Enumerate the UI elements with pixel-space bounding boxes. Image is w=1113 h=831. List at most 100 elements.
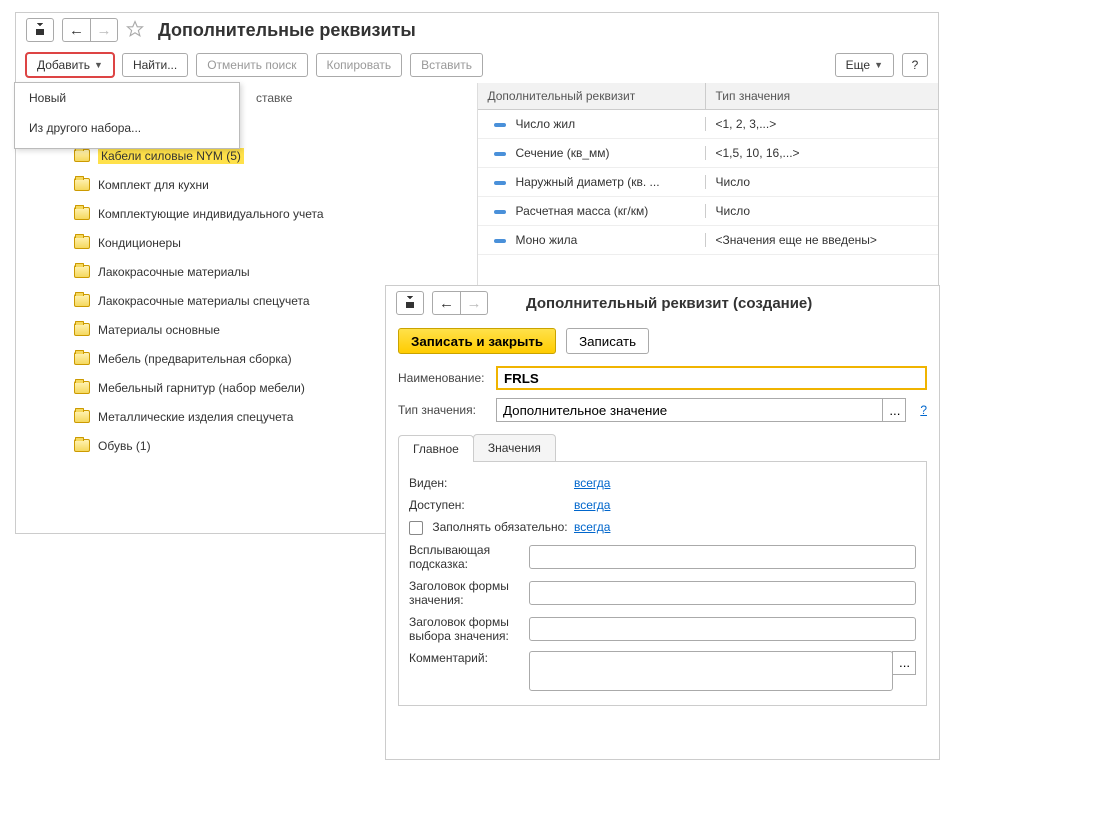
help-button[interactable]: ? bbox=[902, 53, 928, 77]
link-available[interactable]: всегда bbox=[574, 498, 610, 512]
add-menu-new[interactable]: Новый bbox=[15, 83, 239, 113]
row-type: <1, 2, 3,...> bbox=[706, 117, 939, 131]
col-attr: Дополнительный реквизит bbox=[478, 83, 706, 109]
page-title: Дополнительные реквизиты bbox=[158, 20, 416, 41]
popup-nav-group bbox=[432, 291, 488, 315]
row-choice-title: Заголовок формы выбора значения: bbox=[409, 611, 916, 647]
copy-button[interactable]: Копировать bbox=[316, 53, 403, 77]
row-form-title: Заголовок формы значения: bbox=[409, 575, 916, 611]
row-name: Наименование: bbox=[386, 362, 939, 394]
save-button[interactable]: Записать bbox=[566, 328, 649, 354]
row-type: Число bbox=[706, 204, 939, 218]
folder-icon bbox=[74, 323, 90, 336]
row-value-type: Тип значения: ... ? bbox=[386, 394, 939, 426]
tree-item[interactable]: Лакокрасочные материалы bbox=[16, 257, 477, 286]
tree-item[interactable]: Комплект для кухни bbox=[16, 170, 477, 199]
table-row[interactable]: Расчетная масса (кг/км) Число bbox=[478, 197, 939, 226]
folder-icon bbox=[74, 178, 90, 191]
row-name: Расчетная масса (кг/км) bbox=[516, 204, 649, 218]
folder-icon bbox=[74, 236, 90, 249]
home-button[interactable] bbox=[26, 18, 54, 42]
tab-main[interactable]: Главное bbox=[398, 435, 474, 462]
tree-label: Кабели силовые NYM (5) bbox=[98, 148, 244, 164]
tree-label: Лакокрасочные материалы спецучета bbox=[98, 294, 310, 308]
home-icon bbox=[403, 295, 417, 312]
popup-toolbar: Записать и закрыть Записать bbox=[386, 320, 939, 362]
add-button-label: Добавить bbox=[37, 58, 90, 72]
label-available: Доступен: bbox=[409, 498, 574, 512]
save-close-button[interactable]: Записать и закрыть bbox=[398, 328, 556, 354]
find-button[interactable]: Найти... bbox=[122, 53, 188, 77]
nav-group bbox=[62, 18, 118, 42]
label-form-title: Заголовок формы значения: bbox=[409, 579, 529, 607]
table-row[interactable]: Наружный диаметр (кв. ...Число bbox=[478, 168, 939, 197]
star-icon[interactable] bbox=[126, 20, 144, 41]
popup-back-button[interactable] bbox=[432, 291, 460, 315]
back-button[interactable] bbox=[62, 18, 90, 42]
label-required: Заполнять обязательно: bbox=[409, 520, 574, 535]
tree-label: Кондиционеры bbox=[98, 236, 181, 250]
add-menu-from-other[interactable]: Из другого набора... bbox=[15, 113, 239, 143]
popup-title-bar: Дополнительный реквизит (создание) bbox=[386, 286, 939, 320]
label-tooltip: Всплывающая подсказка: bbox=[409, 543, 529, 571]
main-toolbar: Добавить ▼ Найти... Отменить поиск Копир… bbox=[16, 47, 938, 83]
required-text: Заполнять обязательно: bbox=[432, 520, 567, 534]
table-row[interactable]: Число жил<1, 2, 3,...> bbox=[478, 110, 939, 139]
required-checkbox[interactable] bbox=[409, 521, 423, 535]
tree-label: Обувь (1) bbox=[98, 439, 151, 453]
comment-ellipsis[interactable]: ... bbox=[892, 651, 916, 675]
item-icon bbox=[494, 123, 506, 127]
add-button[interactable]: Добавить ▼ bbox=[26, 53, 114, 77]
tree-item[interactable]: Кондиционеры bbox=[16, 228, 477, 257]
row-type: <Значения еще не введены> bbox=[706, 233, 939, 247]
item-icon bbox=[494, 152, 506, 156]
table-header: Дополнительный реквизит Тип значения bbox=[478, 83, 939, 110]
popup-home-button[interactable] bbox=[396, 291, 424, 315]
row-required: Заполнять обязательно: всегда bbox=[409, 516, 916, 539]
title-bar: Дополнительные реквизиты bbox=[16, 13, 938, 47]
tree-label: Мебельный гарнитур (набор мебели) bbox=[98, 381, 305, 395]
forward-button[interactable] bbox=[90, 18, 118, 42]
tab-panel-main: Виден: всегда Доступен: всегда Заполнять… bbox=[398, 462, 927, 706]
tabs: Главное Значения bbox=[398, 434, 927, 462]
comment-input[interactable] bbox=[529, 651, 893, 691]
folder-icon bbox=[74, 207, 90, 220]
folder-icon bbox=[74, 294, 90, 307]
tree-label: Лакокрасочные материалы bbox=[98, 265, 250, 279]
tab-values[interactable]: Значения bbox=[473, 434, 556, 461]
tree-item[interactable]: Комплектующие индивидуального учета bbox=[16, 199, 477, 228]
tree-label: Материалы основные bbox=[98, 323, 220, 337]
popup-window: Дополнительный реквизит (создание) Запис… bbox=[385, 285, 940, 760]
row-comment: Комментарий: ... bbox=[409, 647, 916, 695]
link-required[interactable]: всегда bbox=[574, 520, 610, 534]
tree-label: Мебель (предварительная сборка) bbox=[98, 352, 292, 366]
item-icon bbox=[494, 181, 506, 185]
name-input[interactable] bbox=[496, 366, 927, 390]
value-type-input[interactable] bbox=[496, 398, 882, 422]
tree-label: Металлические изделия спецучета bbox=[98, 410, 293, 424]
choice-title-input[interactable] bbox=[529, 617, 916, 641]
row-available: Доступен: всегда bbox=[409, 494, 916, 516]
value-type-ellipsis[interactable]: ... bbox=[882, 398, 906, 422]
add-menu: Новый Из другого набора... bbox=[14, 82, 240, 149]
row-visible: Виден: всегда bbox=[409, 472, 916, 494]
more-button-label: Еще bbox=[846, 58, 870, 72]
more-button[interactable]: Еще ▼ bbox=[835, 53, 894, 77]
folder-icon bbox=[74, 149, 90, 162]
table-row[interactable]: Моно жила<Значения еще не введены> bbox=[478, 226, 939, 255]
paste-button[interactable]: Вставить bbox=[410, 53, 483, 77]
tree-label: Комплектующие индивидуального учета bbox=[98, 207, 324, 221]
folder-icon bbox=[74, 381, 90, 394]
link-visible[interactable]: всегда bbox=[574, 476, 610, 490]
help-icon[interactable]: ? bbox=[920, 403, 927, 417]
row-name: Сечение (кв_мм) bbox=[516, 146, 610, 160]
tooltip-input[interactable] bbox=[529, 545, 916, 569]
label-comment: Комментарий: bbox=[409, 651, 529, 665]
label-visible: Виден: bbox=[409, 476, 574, 490]
table-row[interactable]: Сечение (кв_мм) <1,5, 10, 16,...> bbox=[478, 139, 939, 168]
item-icon bbox=[494, 210, 506, 214]
row-type: <1,5, 10, 16,...> bbox=[706, 146, 939, 160]
cancel-search-button[interactable]: Отменить поиск bbox=[196, 53, 307, 77]
popup-forward-button[interactable] bbox=[460, 291, 488, 315]
form-title-input[interactable] bbox=[529, 581, 916, 605]
